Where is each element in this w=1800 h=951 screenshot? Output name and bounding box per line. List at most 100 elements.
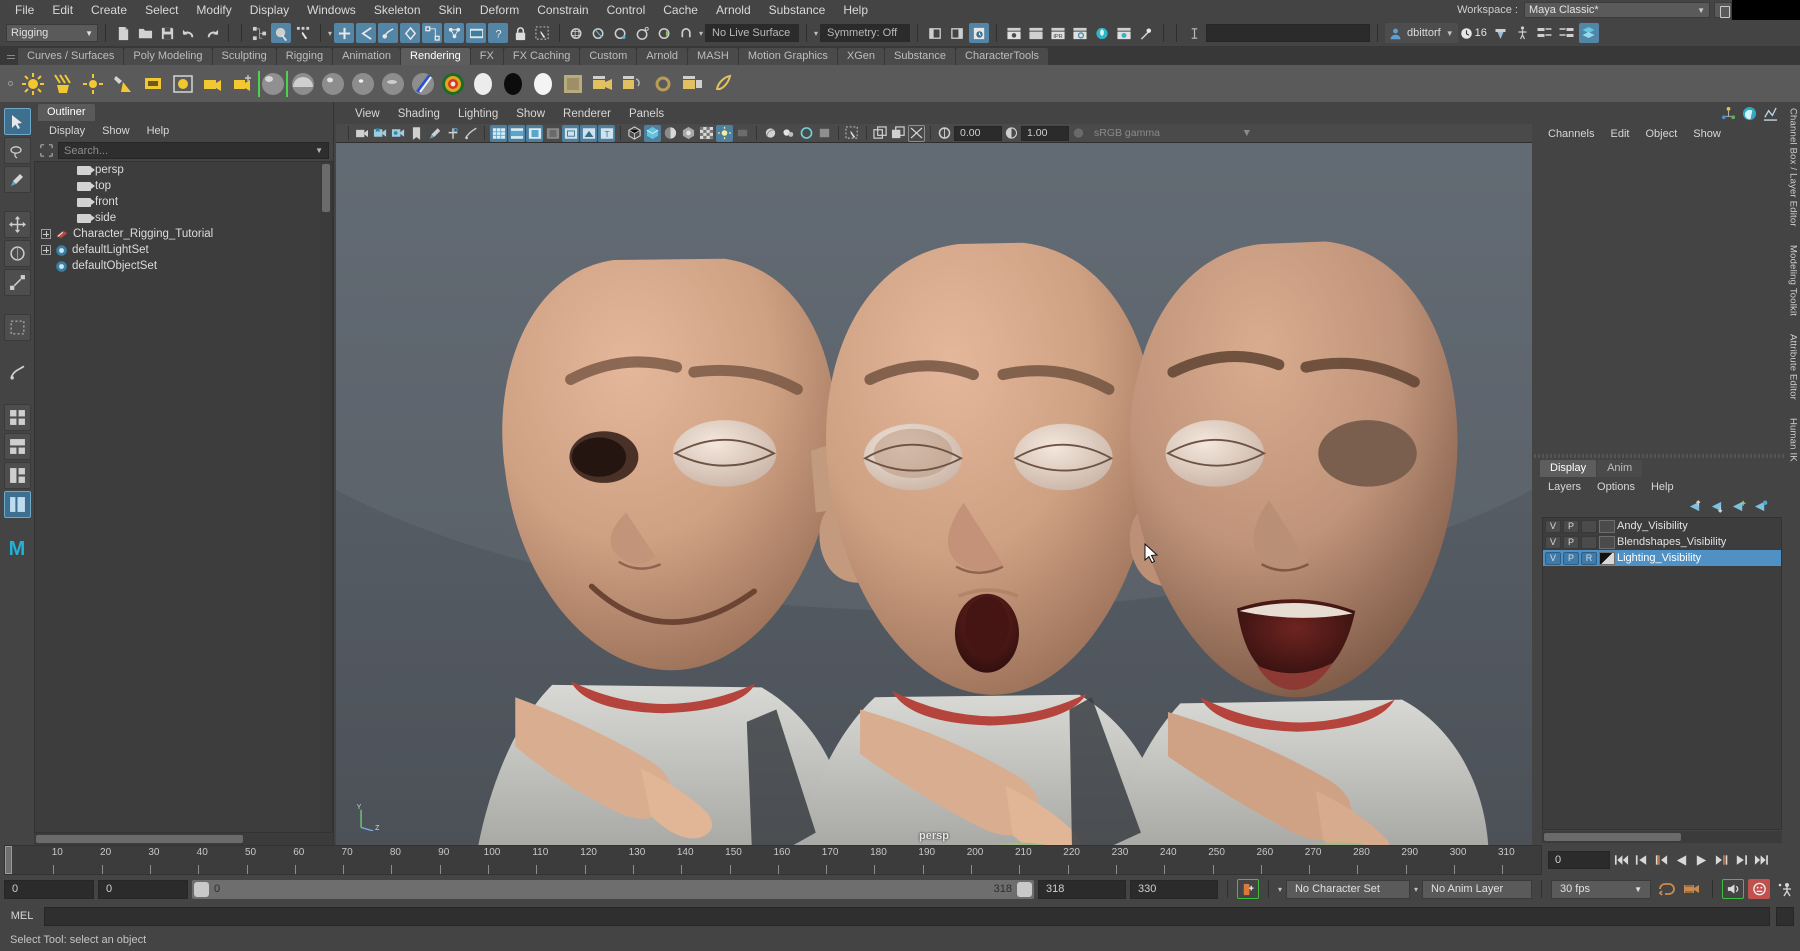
- layout-single-button[interactable]: [3, 404, 31, 431]
- isolate-select-icon[interactable]: [762, 125, 779, 142]
- move-layer-down-icon[interactable]: [1709, 500, 1724, 513]
- viewport-menu-renderer[interactable]: Renderer: [554, 105, 620, 123]
- grease-pencil-icon[interactable]: [426, 125, 443, 142]
- time-slider-track[interactable]: 0102030405060708090100110120130140150160…: [4, 845, 1542, 875]
- exposure-icon[interactable]: [936, 125, 953, 142]
- batch-render-button[interactable]: [619, 69, 647, 99]
- tear-off-copy-icon[interactable]: [890, 125, 907, 142]
- gate-mask-icon[interactable]: [544, 125, 561, 142]
- symmetry-field[interactable]: Symmetry: Off: [820, 24, 911, 42]
- lock-camera-icon[interactable]: [444, 125, 461, 142]
- film-gate-icon[interactable]: [508, 124, 525, 142]
- exposure-field[interactable]: 0.00: [954, 125, 1002, 141]
- xray-toggle-icon[interactable]: [562, 124, 579, 142]
- layer-visibility-toggle[interactable]: V: [1545, 551, 1561, 565]
- channel-box-toggle-icon[interactable]: [1742, 106, 1757, 121]
- new-scene-button[interactable]: [113, 23, 133, 43]
- outliner-horizontal-scrollbar[interactable]: [34, 833, 333, 845]
- step-back-key-button[interactable]: [1652, 850, 1670, 870]
- channel-box-body[interactable]: [1534, 143, 1786, 454]
- snap-to-grid-button[interactable]: [567, 23, 587, 43]
- layer-display-type-toggle[interactable]: R: [1581, 551, 1597, 565]
- current-frame-field[interactable]: 0: [1548, 851, 1610, 869]
- range-slider-left-handle[interactable]: [194, 881, 209, 897]
- point-light-button[interactable]: [79, 69, 107, 99]
- shelf-tab-rendering[interactable]: Rendering: [401, 48, 470, 65]
- new-layer-from-selected-icon[interactable]: [1753, 500, 1768, 513]
- chevron-down-icon[interactable]: ▾: [814, 29, 818, 38]
- phong-material-button[interactable]: [319, 69, 347, 99]
- command-search-input[interactable]: [1206, 24, 1371, 42]
- menu-substance[interactable]: Substance: [760, 0, 835, 20]
- snap-to-view-plane-button[interactable]: [655, 23, 675, 43]
- side-label-modeling-toolkit[interactable]: Modeling Toolkit: [1788, 245, 1799, 316]
- menu-control[interactable]: Control: [598, 0, 655, 20]
- outliner-tab[interactable]: Outliner: [38, 104, 95, 121]
- attribute-editor-toggle[interactable]: [1535, 23, 1555, 43]
- create-camera-button[interactable]: [199, 69, 227, 99]
- layer-playback-toggle[interactable]: P: [1563, 551, 1579, 565]
- side-label-channel-box[interactable]: Channel Box / Layer Editor: [1788, 108, 1799, 227]
- outliner-search-input[interactable]: Search... ▼: [58, 142, 329, 159]
- construction-history-button[interactable]: [969, 23, 990, 43]
- expand-toggle[interactable]: [41, 229, 51, 239]
- chevron-down-icon[interactable]: ▾: [699, 29, 703, 38]
- color-space-select[interactable]: sRGB gamma ▼: [1088, 126, 1258, 141]
- select-by-handle-button[interactable]: [334, 23, 355, 43]
- rotate-tool-button[interactable]: [3, 240, 31, 267]
- viewport-menu-show[interactable]: Show: [507, 105, 554, 123]
- layer-tab-display[interactable]: Display: [1540, 460, 1597, 477]
- shelf-tab-sculpting[interactable]: Sculpting: [212, 48, 276, 65]
- menu-file[interactable]: File: [6, 0, 43, 20]
- shelf-tab-animation[interactable]: Animation: [333, 48, 401, 65]
- play-backwards-button[interactable]: [1672, 850, 1690, 870]
- menu-modify[interactable]: Modify: [187, 0, 240, 20]
- chevron-down-icon[interactable]: ▾: [1278, 885, 1282, 894]
- viewport-menu-lighting[interactable]: Lighting: [449, 105, 507, 123]
- use-all-lights-icon[interactable]: [680, 125, 697, 142]
- ambient-light-button[interactable]: [19, 69, 47, 99]
- layer-menu-layers[interactable]: Layers: [1540, 478, 1589, 496]
- shelf-tab-fx-caching[interactable]: FX Caching: [503, 48, 580, 65]
- scrollbar-thumb[interactable]: [1544, 833, 1681, 841]
- playback-end-field[interactable]: 318: [1037, 879, 1126, 899]
- menu-cache[interactable]: Cache: [654, 0, 707, 20]
- xray-joints-icon[interactable]: [580, 124, 597, 142]
- command-language-label[interactable]: MEL: [6, 910, 38, 922]
- soft-select-tool-button[interactable]: [4, 359, 31, 386]
- viewport-3d-canvas[interactable]: Y Z persp: [336, 143, 1532, 845]
- bookmark-icon[interactable]: [408, 125, 425, 142]
- outliner-item-default-object-set[interactable]: defaultObjectSet: [35, 258, 332, 274]
- scrollbar-thumb[interactable]: [36, 835, 243, 843]
- ramp-shader-button[interactable]: [439, 69, 467, 99]
- channel-box-toggle[interactable]: [1578, 23, 1599, 43]
- menu-select[interactable]: Select: [136, 0, 187, 20]
- volume-light-button[interactable]: [169, 69, 197, 99]
- layer-playback-toggle[interactable]: P: [1563, 535, 1579, 549]
- display-textures-icon[interactable]: [798, 125, 815, 142]
- render-settings-shelf-button[interactable]: [649, 69, 677, 99]
- light-editor-button[interactable]: [1136, 23, 1156, 43]
- redo-render-button[interactable]: [1026, 23, 1046, 43]
- scale-tool-button[interactable]: [3, 269, 31, 296]
- outliner-menu-display[interactable]: Display: [42, 122, 92, 140]
- playback-speed-select[interactable]: 30 fps ▼: [1551, 879, 1651, 899]
- area-light-button[interactable]: [139, 69, 167, 99]
- layer-playback-toggle[interactable]: P: [1563, 519, 1579, 533]
- shelf-tab-motion-graphics[interactable]: Motion Graphics: [738, 48, 837, 65]
- layer-visibility-toggle[interactable]: V: [1545, 535, 1561, 549]
- last-tool-button[interactable]: [3, 314, 31, 341]
- workspace-select[interactable]: Maya Classic* ▼: [1524, 2, 1710, 18]
- step-forward-key-button[interactable]: [1712, 850, 1730, 870]
- screen-space-ao-icon[interactable]: [716, 124, 733, 142]
- shelf-options-grip[interactable]: [4, 65, 17, 102]
- channelbox-menu-show[interactable]: Show: [1685, 125, 1729, 143]
- select-component-button[interactable]: [293, 23, 313, 43]
- lock-icon[interactable]: [510, 23, 530, 43]
- outliner-item-character-rigging-tutorial[interactable]: Character_Rigging_Tutorial: [35, 226, 332, 242]
- character-set-select[interactable]: No Character Set: [1285, 879, 1410, 899]
- shelf-tab-xgen[interactable]: XGen: [837, 48, 885, 65]
- display-layer-list[interactable]: V P Andy_Visibility V P Blendshapes_Visi…: [1542, 517, 1782, 830]
- texture-button[interactable]: [559, 69, 587, 99]
- render-setup-toggle[interactable]: [1491, 23, 1511, 43]
